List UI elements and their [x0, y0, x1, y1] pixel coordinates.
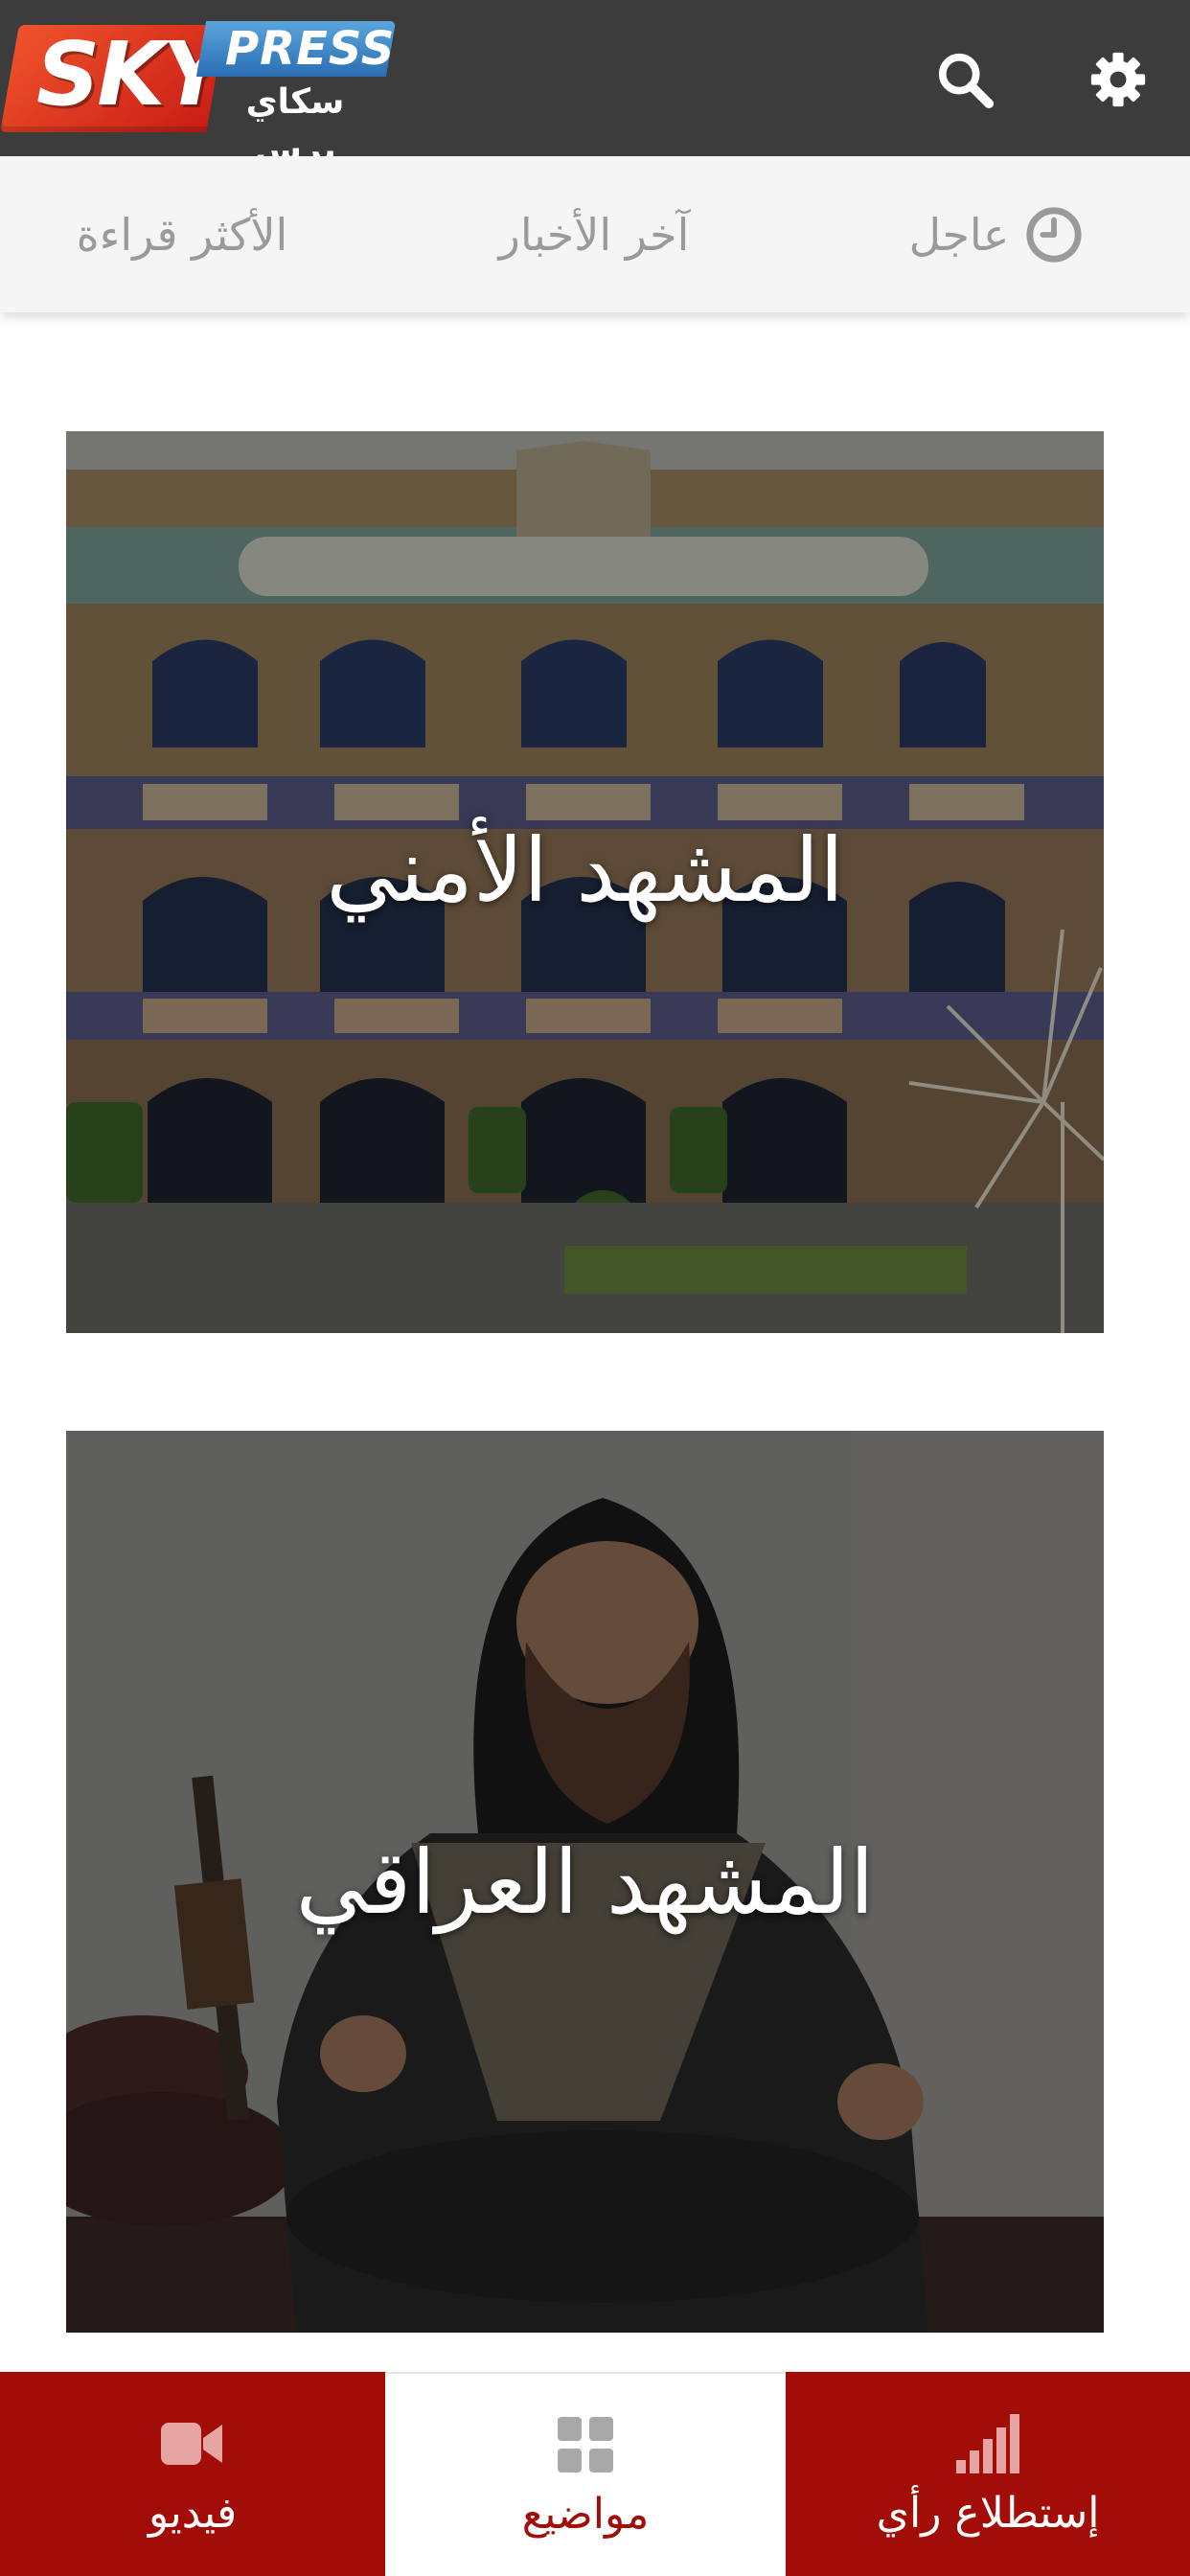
- logo-sky-text: SKY: [36, 23, 226, 126]
- nav-topics-label: مواضيع: [521, 2490, 650, 2539]
- tab-latest-news[interactable]: آخر الأخبار: [479, 156, 709, 312]
- category-card-iraqi[interactable]: المشهد العراقي: [66, 1431, 1104, 2333]
- category-tabs: عاجل آخر الأخبار الأكثر قراءة: [0, 156, 1190, 312]
- settings-button[interactable]: [1075, 36, 1161, 123]
- signal-bars-icon: [956, 2410, 1019, 2477]
- nav-poll-label: إستطلاع رأي: [876, 2489, 1100, 2538]
- logo-press-text: PRESS: [225, 22, 396, 76]
- tab-urgent[interactable]: عاجل: [881, 156, 1111, 312]
- nav-poll[interactable]: إستطلاع رأي: [786, 2372, 1190, 2576]
- clock-icon: [1024, 205, 1084, 264]
- nav-video[interactable]: فيديو: [0, 2372, 385, 2576]
- search-button[interactable]: [922, 36, 1008, 123]
- search-icon: [938, 53, 995, 109]
- tab-latest-label: آخر الأخبار: [498, 208, 690, 261]
- nav-video-label: فيديو: [148, 2489, 238, 2538]
- category-card-security[interactable]: المشهد الأمني: [66, 431, 1104, 1333]
- video-camera-icon: [161, 2410, 224, 2477]
- tab-most-read-label: الأكثر قراءة: [76, 208, 288, 261]
- grid-icon: [558, 2411, 613, 2478]
- card-title: المشهد الأمني: [326, 819, 844, 922]
- card-title: المشهد العراقي: [295, 1831, 875, 1934]
- tab-most-read[interactable]: الأكثر قراءة: [57, 156, 307, 312]
- nav-topics[interactable]: مواضيع: [385, 2372, 786, 2576]
- bottom-navigation: فيديو مواضيع إستطلاع رأي: [0, 2372, 1190, 2576]
- tab-urgent-label: عاجل: [908, 208, 1010, 261]
- sky-press-logo[interactable]: SKY PRESS سكاي برس: [0, 19, 397, 170]
- app-header: SKY PRESS سكاي برس: [0, 0, 1190, 170]
- gear-icon: [1090, 52, 1146, 107]
